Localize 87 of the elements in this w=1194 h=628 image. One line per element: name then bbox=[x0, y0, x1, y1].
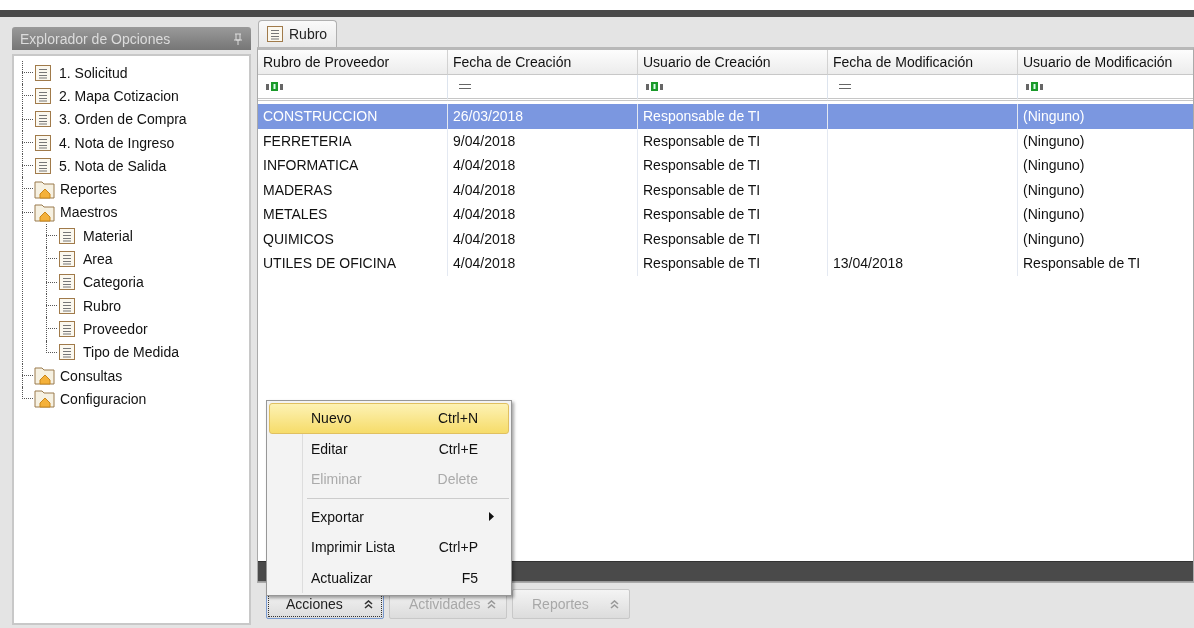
panel-title: Explorador de Opciones bbox=[20, 30, 171, 47]
folder-icon bbox=[34, 389, 55, 409]
table-cell: Responsable de TI bbox=[643, 157, 761, 174]
table-cell: 4/04/2018 bbox=[453, 181, 516, 198]
equals-icon[interactable] bbox=[839, 84, 851, 89]
chevron-up-icon bbox=[487, 599, 496, 609]
table-cell: 4/04/2018 bbox=[453, 255, 516, 272]
document-icon bbox=[58, 226, 76, 245]
table-cell: Responsable de TI bbox=[643, 230, 761, 247]
tree-item[interactable]: Tipo de Medida bbox=[83, 344, 179, 361]
tree-item[interactable]: 3. Orden de Compra bbox=[59, 111, 187, 128]
table-cell: (Ninguno) bbox=[1023, 132, 1085, 149]
table-cell: Responsable de TI bbox=[643, 132, 761, 149]
document-icon bbox=[58, 319, 76, 338]
document-icon bbox=[58, 296, 76, 315]
table-cell: (Ninguno) bbox=[1023, 181, 1085, 198]
equals-icon[interactable] bbox=[459, 84, 471, 89]
table-cell: (Ninguno) bbox=[1023, 230, 1085, 247]
column-header[interactable]: Rubro de Proveedor bbox=[258, 50, 448, 75]
submenu-arrow-icon bbox=[489, 512, 494, 522]
tree-item[interactable]: Configuracion bbox=[60, 390, 147, 407]
tree-item[interactable]: Categoria bbox=[83, 274, 144, 291]
table-row[interactable]: MADERAS 4/04/2018 Responsable de TI (Ninguno) bbox=[258, 177, 1193, 202]
tree-item[interactable]: 1. Solicitud bbox=[59, 64, 128, 81]
chevron-up-icon bbox=[364, 599, 373, 609]
tree-item[interactable]: Maestros bbox=[60, 204, 118, 221]
table-cell: FERRETERIA bbox=[263, 132, 352, 149]
document-icon bbox=[58, 250, 76, 268]
tree-item[interactable]: 4. Nota de Ingreso bbox=[59, 134, 175, 151]
menu-item[interactable]: Editar Ctrl+E bbox=[269, 433, 509, 464]
folder-icon bbox=[34, 366, 55, 385]
menu-item[interactable]: Exportar bbox=[269, 501, 509, 532]
folder-icon bbox=[34, 179, 55, 199]
column-header[interactable]: Fecha de Creación bbox=[448, 50, 638, 75]
table-cell: 13/04/2018 bbox=[833, 255, 904, 272]
column-header[interactable]: Fecha de Modificación bbox=[828, 50, 1018, 75]
table-cell: Responsable de TI bbox=[643, 181, 761, 198]
tree-item[interactable]: Proveedor bbox=[83, 320, 148, 337]
chevron-up-icon bbox=[610, 599, 619, 609]
table-cell: (Ninguno) bbox=[1023, 206, 1085, 223]
pin-icon[interactable] bbox=[233, 32, 243, 45]
table-cell: (Ninguno) bbox=[1023, 157, 1085, 174]
table-row[interactable]: UTILES DE OFICINA 4/04/2018 Responsable de TI 13/04/2018 Responsable de TI bbox=[258, 251, 1193, 276]
table-row[interactable]: QUIMICOS 4/04/2018 Responsable de TI (Ninguno) bbox=[258, 226, 1193, 251]
table-cell: (Ninguno) bbox=[1023, 108, 1085, 125]
tree-item[interactable]: Reportes bbox=[60, 181, 117, 198]
tree-item[interactable]: Material bbox=[83, 227, 133, 244]
document-icon bbox=[266, 25, 284, 43]
table-cell: Responsable de TI bbox=[643, 108, 761, 125]
table-cell: 4/04/2018 bbox=[453, 230, 516, 247]
table-cell: QUIMICOS bbox=[263, 230, 334, 247]
table-cell: Responsable de TI bbox=[643, 206, 761, 223]
document-icon bbox=[34, 63, 52, 82]
menu-item[interactable]: Imprimir Lista Ctrl+P bbox=[269, 532, 509, 563]
document-icon bbox=[58, 343, 76, 362]
table-cell: Responsable de TI bbox=[643, 255, 761, 272]
tree-item[interactable]: 5. Nota de Salida bbox=[59, 157, 167, 174]
tree-item[interactable]: Rubro bbox=[83, 297, 122, 314]
text-filter-icon[interactable] bbox=[645, 82, 665, 91]
table-cell: CONSTRUCCION bbox=[263, 108, 378, 125]
document-icon bbox=[58, 273, 76, 292]
tree-item[interactable]: 2. Mapa Cotizacion bbox=[59, 87, 179, 104]
table-cell: UTILES DE OFICINA bbox=[263, 255, 397, 272]
table-row[interactable]: FERRETERIA 9/04/2018 Responsable de TI (Ninguno) bbox=[258, 128, 1193, 153]
text-filter-icon[interactable] bbox=[265, 82, 285, 91]
table-cell: 26/03/2018 bbox=[453, 108, 524, 125]
table-cell: 4/04/2018 bbox=[453, 157, 516, 174]
menu-item[interactable]: Nuevo Ctrl+N bbox=[269, 403, 509, 434]
table-cell: 4/04/2018 bbox=[453, 206, 516, 223]
table-cell: MADERAS bbox=[263, 181, 333, 198]
text-filter-icon[interactable] bbox=[1025, 82, 1045, 91]
table-cell: INFORMATICA bbox=[263, 157, 359, 174]
document-icon bbox=[34, 110, 52, 129]
document-icon bbox=[34, 86, 52, 105]
table-row[interactable]: INFORMATICA 4/04/2018 Responsable de TI (Ninguno) bbox=[258, 153, 1193, 178]
folder-icon bbox=[34, 202, 55, 222]
column-header[interactable]: Usuario de Creación bbox=[638, 50, 828, 75]
column-header[interactable]: Usuario de Modificación bbox=[1018, 50, 1193, 75]
table-cell: METALES bbox=[263, 206, 328, 223]
table-row[interactable]: METALES 4/04/2018 Responsable de TI (Ninguno) bbox=[258, 202, 1193, 227]
table-cell: 9/04/2018 bbox=[453, 132, 516, 149]
document-icon bbox=[34, 156, 52, 175]
document-icon bbox=[34, 133, 52, 152]
tree-item[interactable]: Consultas bbox=[60, 367, 123, 384]
tab[interactable]: Rubro bbox=[258, 20, 338, 47]
table-cell: Responsable de TI bbox=[1023, 255, 1141, 272]
tree-item[interactable]: Area bbox=[83, 251, 113, 267]
